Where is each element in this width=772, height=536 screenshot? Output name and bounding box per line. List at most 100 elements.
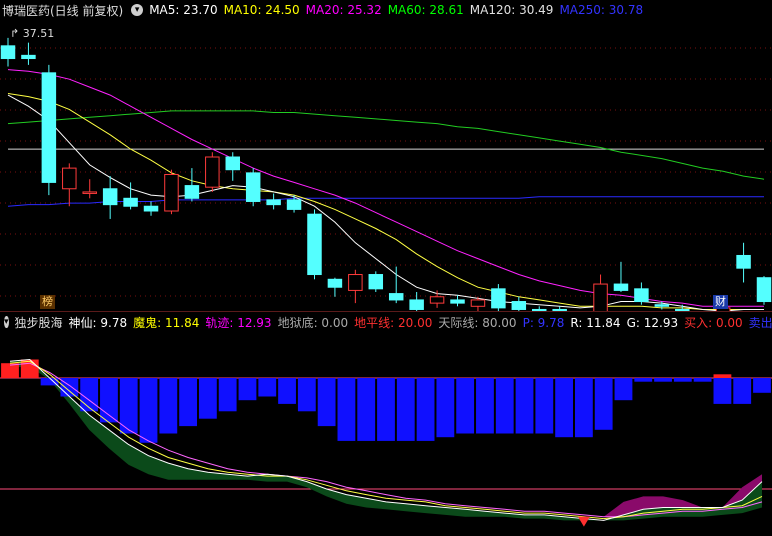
- candle: [756, 277, 772, 303]
- candle: [205, 156, 220, 188]
- candle: [327, 278, 343, 288]
- blue-bar: [218, 378, 237, 412]
- indicator-legend-item-7: R: 11.84: [570, 315, 621, 330]
- blue-bar: [278, 378, 296, 404]
- blue-bar: [634, 378, 653, 382]
- indicator-legend-item-3: 地狱底: 0.00: [277, 315, 349, 330]
- candle: [0, 45, 16, 60]
- candle: [491, 288, 506, 309]
- candle: [143, 205, 159, 212]
- blue-bar: [476, 378, 494, 434]
- candle: [41, 72, 57, 183]
- candle: [245, 172, 261, 202]
- candle: [409, 299, 424, 310]
- ma-legend-item-0: MA5: 23.70: [149, 3, 218, 17]
- ma250-line: [7, 196, 764, 207]
- blue-bar: [753, 378, 771, 393]
- blue-bar: [297, 378, 316, 412]
- candle: [225, 156, 240, 171]
- candle: [266, 199, 281, 206]
- blue-bar: [238, 378, 257, 401]
- blue-bar: [614, 378, 633, 401]
- blue-bar: [574, 378, 593, 438]
- candle: [450, 299, 465, 304]
- chevron-down-icon[interactable]: ▾: [131, 4, 144, 16]
- blue-bar: [456, 378, 475, 434]
- blue-bar: [179, 378, 198, 427]
- blue-bar: [654, 378, 672, 382]
- ma-legend-item-1: MA10: 24.50: [223, 3, 300, 17]
- blue-bar: [515, 378, 534, 434]
- indicator-legend-item-5: 天际线: 80.00: [438, 315, 517, 330]
- indicator-legend: 神仙: 9.78 魔鬼: 11.84 轨迹: 12.93 地狱底: 0.00 地平线: …: [69, 314, 772, 331]
- blue-bar: [693, 378, 712, 382]
- ma60-line: [7, 110, 765, 180]
- blue-bar: [139, 378, 158, 443]
- blue-bar: [317, 378, 336, 427]
- indicator-legend-item-2: 轨迹: 12.93: [205, 315, 272, 330]
- candle: [307, 213, 322, 276]
- candle: [429, 296, 445, 304]
- candle: [62, 167, 77, 190]
- candle: [736, 254, 751, 269]
- blue-bar: [733, 378, 752, 404]
- chevron-down-icon[interactable]: ▾: [4, 316, 9, 328]
- event-tag-left[interactable]: 榜: [40, 295, 55, 309]
- blue-bar: [673, 378, 692, 382]
- indicator-legend-item-10: 卖出: 0.00: [748, 315, 772, 330]
- indicator-header: ▾ 独步股海 神仙: 9.78 魔鬼: 11.84 轨迹: 12.93 地狱底: 0.…: [0, 311, 772, 332]
- candle: [102, 188, 118, 206]
- blue-bar: [80, 378, 99, 412]
- blue-bar: [713, 378, 732, 404]
- blue-bar: [535, 378, 554, 434]
- buy-marker-icon: [577, 516, 590, 527]
- blue-bar: [436, 378, 455, 438]
- blue-bar: [416, 378, 435, 441]
- blue-bar: [159, 378, 178, 434]
- indicator-title[interactable]: 独步股海: [15, 314, 63, 331]
- indicator-legend-item-0: 神仙: 9.78: [68, 315, 128, 330]
- candle: [348, 274, 363, 291]
- candle: [21, 54, 36, 60]
- indicator-legend-item-9: 买入: 0.00: [684, 315, 743, 330]
- candle: [634, 288, 649, 303]
- candle: [368, 274, 384, 290]
- red-block: [713, 374, 732, 378]
- candle: [82, 191, 97, 194]
- ma-legend: MA5: 23.70 MA10: 24.50 MA20: 25.32 MA60: 28…: [149, 3, 649, 17]
- ma-legend-item-5: MA250: 30.78: [559, 3, 644, 17]
- high-price-label: ↱ 37.51: [10, 27, 54, 40]
- candle: [470, 299, 486, 307]
- red-block: [1, 363, 19, 378]
- indicator-chart[interactable]: [0, 331, 772, 536]
- blue-bar: [377, 378, 395, 441]
- price-chart[interactable]: ↱ 37.51: [0, 0, 772, 311]
- blue-bar: [337, 378, 356, 441]
- event-tag-right[interactable]: 财: [713, 295, 728, 309]
- stock-title[interactable]: 博瑞医药(日线 前复权): [2, 2, 123, 19]
- blue-bar: [495, 378, 514, 434]
- blue-bar: [594, 378, 613, 430]
- candle: [123, 197, 138, 207]
- blue-bar: [555, 378, 574, 438]
- indicator-legend-item-4: 地平线: 20.00: [354, 315, 433, 330]
- candle: [511, 301, 527, 310]
- blue-bar: [396, 378, 415, 441]
- candle: [286, 199, 302, 210]
- candle: [164, 173, 179, 212]
- bottom-strip: [0, 527, 772, 536]
- candle: [184, 185, 200, 199]
- indicator-legend-item-1: 魔鬼: 11.84: [133, 315, 200, 330]
- blue-bar: [100, 378, 118, 423]
- ma-legend-item-3: MA60: 28.61: [387, 3, 464, 17]
- indicator-legend-item-8: G: 12.93: [626, 315, 679, 330]
- blue-bar: [198, 378, 217, 419]
- ma-legend-item-2: MA20: 25.32: [305, 3, 382, 17]
- indicator-legend-item-6: P: 9.78: [522, 315, 565, 330]
- candle: [593, 283, 608, 311]
- candle: [654, 304, 670, 307]
- ma-legend-item-4: MA120: 30.49: [469, 3, 554, 17]
- main-chart-header: 博瑞医药(日线 前复权) ▾ MA5: 23.70 MA10: 24.50 MA20…: [0, 0, 772, 20]
- blue-bar: [258, 378, 277, 397]
- candle: [388, 293, 404, 301]
